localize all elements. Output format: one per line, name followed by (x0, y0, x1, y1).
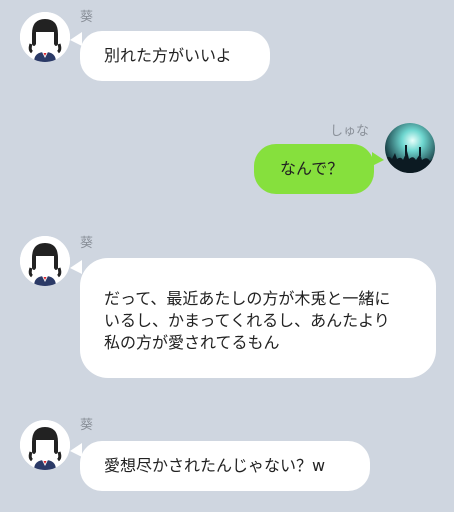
bubble-tail (70, 260, 82, 274)
bubble-tail (70, 32, 82, 46)
avatar-aoi-schoolgirl-icon[interactable] (20, 12, 70, 62)
sender-name: 葵 (80, 236, 94, 251)
message-text: なんで？ (280, 159, 344, 178)
avatar-aoi-schoolgirl-icon[interactable] (20, 420, 70, 470)
message-bubble[interactable]: だって、最近あたしの方が木兎と一緒に いるし、かまってくれるし、あんたより 私の… (80, 258, 436, 378)
avatar-shuna-concert-icon[interactable] (385, 123, 435, 173)
sender-name: 葵 (80, 418, 94, 433)
avatar-aoi-schoolgirl-icon[interactable] (20, 236, 70, 286)
message-text: 別れた方がいいよ (104, 46, 232, 65)
sender-name: しゅな (330, 124, 370, 139)
message-line: 私の方が愛されてるもん (104, 333, 280, 352)
message-bubble[interactable]: 愛想尽かされたんじゃない？w (80, 441, 370, 491)
sender-name: 葵 (80, 10, 94, 25)
message-text: 愛想尽かされたんじゃない？w (104, 456, 326, 475)
message-bubble[interactable]: 別れた方がいいよ (80, 31, 270, 81)
message-line: だって、最近あたしの方が木兎と一緒に (104, 289, 391, 308)
message-line: いるし、かまってくれるし、あんたより (104, 311, 390, 330)
message-bubble[interactable]: なんで？ (254, 144, 374, 194)
